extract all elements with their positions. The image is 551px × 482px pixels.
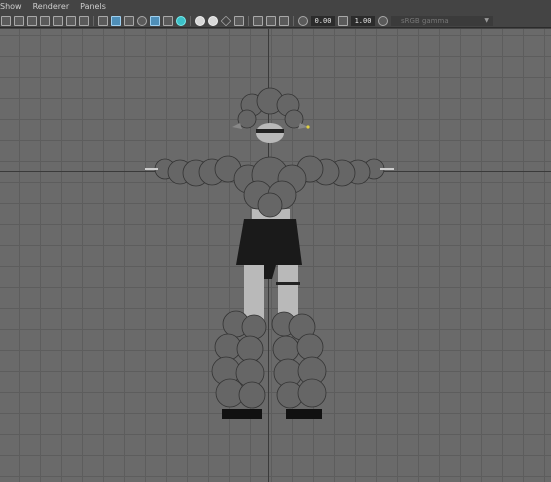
bookmark-icon[interactable]	[27, 15, 37, 26]
gamma-icon[interactable]	[338, 15, 348, 26]
toolbar-separator	[190, 15, 191, 26]
use-all-lights-icon[interactable]	[150, 15, 160, 26]
film-gate-icon[interactable]	[66, 15, 76, 26]
grid-icon[interactable]	[53, 15, 63, 26]
resolution-gate-icon[interactable]	[79, 15, 89, 26]
toolbar-separator	[93, 15, 94, 26]
anti-alias-icon[interactable]	[208, 15, 218, 26]
toolbar-separator	[248, 15, 249, 26]
gamma-field[interactable]: 1.00	[351, 15, 375, 26]
layout-icon[interactable]	[279, 15, 289, 26]
panel-toolbar: 0.00 1.00 sRGB gamma ▼	[0, 14, 551, 28]
character-model[interactable]	[0, 29, 551, 482]
chest-fluff	[233, 156, 307, 218]
chevron-down-icon: ▼	[484, 16, 489, 24]
menu-renderer[interactable]: Renderer	[33, 0, 70, 14]
camera-select-icon[interactable]	[1, 15, 11, 26]
exposure-icon[interactable]	[298, 15, 308, 26]
right-arm	[296, 155, 394, 187]
ambient-occlusion-icon[interactable]	[176, 15, 186, 26]
image-plane-icon[interactable]	[40, 15, 50, 26]
smooth-shade-icon[interactable]	[111, 15, 121, 26]
camera-attributes-icon[interactable]	[14, 15, 24, 26]
toolbar-separator	[293, 15, 294, 26]
xray-joints-icon[interactable]	[253, 15, 263, 26]
head	[232, 87, 310, 143]
color-space-dropdown[interactable]: sRGB gamma ▼	[391, 15, 493, 26]
textured-icon[interactable]	[137, 15, 147, 26]
exposure-field[interactable]: 0.00	[311, 15, 335, 26]
right-leg-fluff	[271, 311, 327, 419]
panel-menubar: Show Renderer Panels	[0, 0, 551, 14]
shadows-icon[interactable]	[163, 15, 173, 26]
xray-icon[interactable]	[234, 15, 244, 26]
xray-components-icon[interactable]	[266, 15, 276, 26]
wireframe-icon[interactable]	[98, 15, 108, 26]
viewport-3d[interactable]	[0, 29, 551, 482]
color-space-label: sRGB gamma	[401, 16, 449, 25]
left-arm	[145, 155, 242, 187]
menu-panels[interactable]: Panels	[80, 0, 106, 14]
color-management-icon[interactable]	[378, 15, 388, 26]
motion-blur-icon[interactable]	[195, 15, 205, 26]
default-material-icon[interactable]	[124, 15, 134, 26]
left-leg-fluff	[211, 310, 267, 419]
isolate-select-icon[interactable]	[220, 15, 232, 26]
menu-show[interactable]: Show	[0, 0, 22, 14]
